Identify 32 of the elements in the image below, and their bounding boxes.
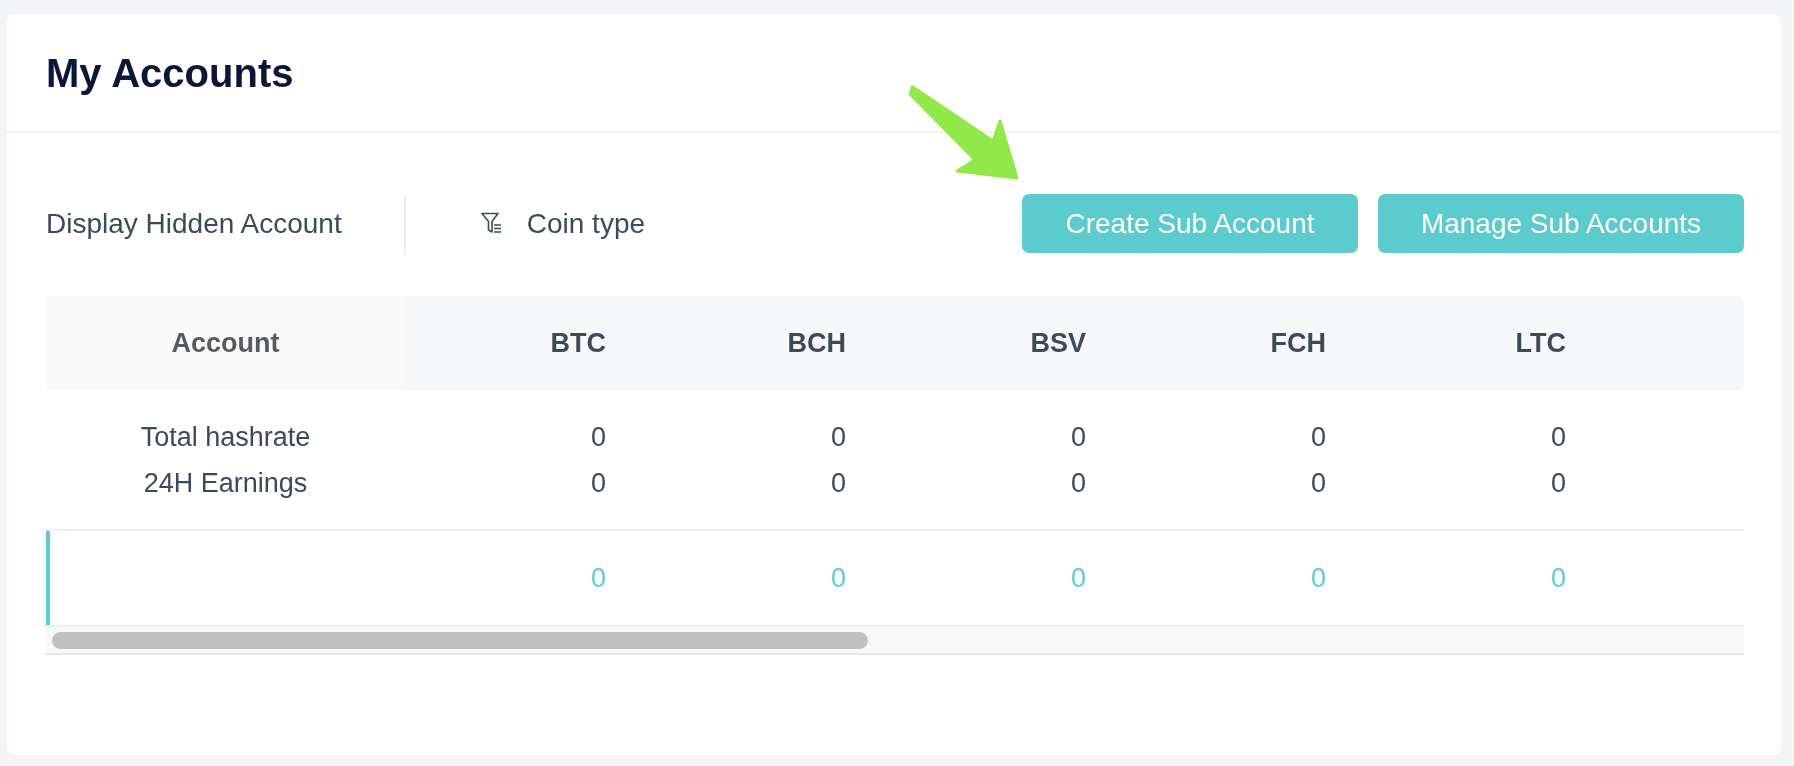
table-cell-text: 0 <box>1310 466 1326 500</box>
table-cell-text: 0 <box>590 420 606 454</box>
hidden-accounts-toggle[interactable]: Display Hidden Account <box>46 206 342 241</box>
value-link[interactable]: 0 <box>1550 555 1566 601</box>
table-cell-text: 0 <box>1310 420 1326 454</box>
value-link[interactable]: 0 <box>1310 555 1326 601</box>
column-header: BSV <box>1029 326 1087 360</box>
column-header: FCH <box>1269 326 1327 360</box>
table-cell-text: 0 <box>830 420 846 454</box>
table-cell-text: 0 <box>1070 420 1086 454</box>
column-header: BTC <box>549 326 607 360</box>
table-cell-text: 0 <box>590 466 606 500</box>
row-label: Total hashrate <box>140 420 311 454</box>
arrow-icon <box>908 85 1020 180</box>
scrollbar-thumb[interactable] <box>52 631 868 649</box>
column-header: BCH <box>786 326 847 360</box>
row-label: 24H Earnings <box>143 466 308 500</box>
action-button[interactable]: Create Sub Account <box>1022 194 1358 253</box>
value-link[interactable]: 0 <box>1070 555 1086 601</box>
filter-icon <box>480 212 502 235</box>
table-cell-text: 0 <box>1550 420 1566 454</box>
table-cell-text: 0 <box>1550 466 1566 500</box>
action-button[interactable]: Manage Sub Accounts <box>1378 194 1744 253</box>
scrollbar-track[interactable] <box>46 627 1744 655</box>
coin-filter[interactable]: Coin type <box>480 206 646 241</box>
value-link[interactable]: 0 <box>830 555 846 601</box>
column-header: LTC <box>1514 326 1567 360</box>
value-link[interactable]: 0 <box>590 555 606 601</box>
table-row[interactable]: Total hashrate 24H Earnings 0 0 0 0 0 0 0 0 0 0 <box>46 390 1744 531</box>
table-cell-text: 0 <box>1070 466 1086 500</box>
page-title: My Accounts <box>46 49 294 97</box>
table-cell-text: 0 <box>830 466 846 500</box>
